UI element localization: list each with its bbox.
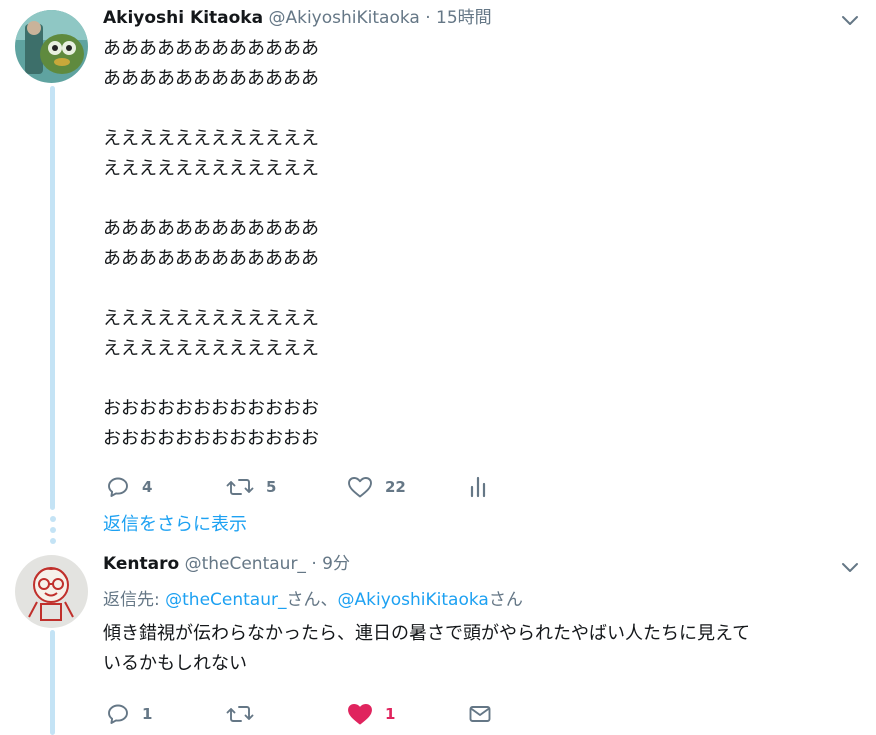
tweet-text-line: ええええええええええええ	[103, 128, 319, 149]
replying-to-mid: さん、	[286, 590, 338, 610]
tweet-text-line	[103, 364, 319, 394]
replying-to-prefix: 返信先:	[103, 590, 166, 610]
reply-button[interactable]: 1	[106, 697, 152, 731]
like-button[interactable]: 1	[347, 697, 395, 731]
analytics-icon	[468, 475, 488, 499]
like-icon	[347, 475, 373, 499]
reply-icon	[106, 475, 130, 499]
reply-button[interactable]: 4	[106, 470, 152, 504]
direct-message-icon	[468, 702, 492, 726]
tweet-text-line: おおおおおおおおおおおお	[103, 428, 319, 449]
tweet-text-line: 傾き錯視が伝わらなかったら、連日の暑さで頭がやられたやばい人たちに見えて	[103, 623, 751, 644]
tweet1-text: ああああああああああああ ああああああああああああ ええええええええええええ え…	[103, 34, 319, 454]
replying-to: 返信先: @theCentaur_さん、@AkiyoshiKitaokaさん	[103, 587, 523, 613]
retweet-button[interactable]	[226, 697, 254, 731]
separator-dot: ·	[425, 8, 431, 28]
like-icon	[347, 702, 373, 726]
chevron-down-icon[interactable]	[840, 10, 860, 30]
retweet-button[interactable]: 5	[226, 470, 276, 504]
avatar-kentaro[interactable]	[15, 555, 88, 628]
thread-dot	[49, 516, 56, 522]
show-more-replies-link[interactable]: 返信をさらに表示	[103, 511, 247, 539]
tweet-timestamp[interactable]: 9分	[322, 554, 350, 574]
thread-dot	[49, 527, 56, 533]
avatar-akiyoshi[interactable]	[15, 10, 88, 83]
chevron-down-icon[interactable]	[840, 557, 860, 577]
tweet2-actions: 1 1	[103, 697, 523, 731]
retweet-icon	[226, 702, 254, 726]
reply-mention-link[interactable]: @theCentaur_	[165, 590, 286, 610]
tweet1-header: Akiyoshi Kitaoka @AkiyoshiKitaoka · 15時間	[103, 6, 492, 30]
tweet1-actions: 4 5 22	[103, 470, 523, 504]
replying-to-suffix: さん	[488, 590, 523, 610]
author-handle[interactable]: @AkiyoshiKitaoka	[268, 8, 419, 28]
tweet-text-line: ええええええええええええ	[103, 338, 319, 359]
analytics-button[interactable]	[468, 470, 488, 504]
retweet-count: 5	[266, 478, 277, 496]
reply-count: 1	[142, 705, 153, 723]
tweet-text-line: ああああああああああああ	[103, 248, 319, 269]
tweet-text-line: ええええええええええええ	[103, 158, 319, 179]
separator-dot: ·	[311, 554, 317, 574]
tweet-timestamp[interactable]: 15時間	[436, 8, 492, 28]
reply-icon	[106, 702, 130, 726]
thread-dot	[49, 538, 56, 544]
thread-line-top	[50, 86, 55, 510]
thread-line-bottom	[50, 630, 55, 735]
tweet2-text: 傾き錯視が伝わらなかったら、連日の暑さで頭がやられたやばい人たちに見えて いるか…	[103, 619, 750, 679]
author-name[interactable]: Kentaro	[103, 554, 179, 574]
tweet-text-line: ええええええええええええ	[103, 308, 319, 329]
tweet-text-line: いるかもしれない	[103, 653, 247, 674]
like-button[interactable]: 22	[347, 470, 406, 504]
direct-message-button[interactable]	[468, 697, 492, 731]
tweet-text-line	[103, 274, 319, 304]
tweet-text-line: ああああああああああああ	[103, 68, 319, 89]
tweet-text-line	[103, 94, 319, 124]
tweet-text-line: おおおおおおおおおおおお	[103, 398, 319, 419]
like-count: 1	[385, 705, 396, 723]
reply-mention-link[interactable]: @AkiyoshiKitaoka	[338, 590, 489, 610]
reply-count: 4	[142, 478, 153, 496]
tweet-text-line	[103, 184, 319, 214]
retweet-icon	[226, 475, 254, 499]
author-name[interactable]: Akiyoshi Kitaoka	[103, 8, 263, 28]
tweet-text-line: ああああああああああああ	[103, 218, 319, 239]
like-count: 22	[385, 478, 406, 496]
tweet2-header: Kentaro @theCentaur_ · 9分	[103, 552, 350, 576]
author-handle[interactable]: @theCentaur_	[185, 554, 306, 574]
tweet-text-line: ああああああああああああ	[103, 38, 319, 59]
